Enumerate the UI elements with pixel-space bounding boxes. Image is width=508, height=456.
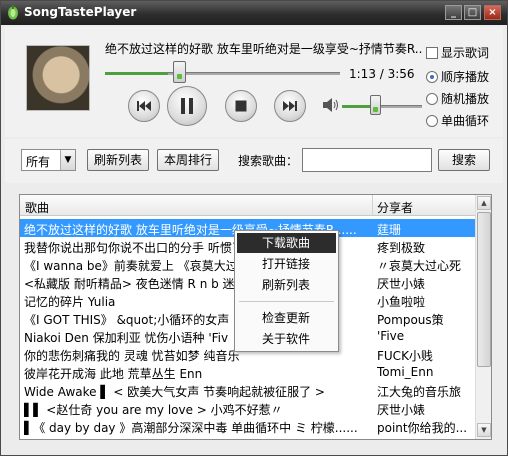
previous-button[interactable] bbox=[128, 90, 160, 122]
menu-separator bbox=[239, 301, 334, 302]
radio-selected-icon bbox=[426, 71, 438, 83]
mode-sequential-radio[interactable]: 顺序播放 bbox=[426, 68, 489, 85]
search-button[interactable]: 搜索 bbox=[438, 149, 490, 171]
window-title: SongTastePlayer bbox=[24, 5, 137, 19]
current-song-title: 绝不放过这样的好歌 放车里听绝对是一级享受~抒情节奏R... bbox=[105, 42, 423, 56]
column-header-song[interactable]: 歌曲 bbox=[25, 199, 49, 216]
stop-button[interactable] bbox=[225, 90, 257, 122]
chevron-down-icon[interactable]: ▼ bbox=[60, 150, 75, 170]
scroll-up-icon[interactable]: ▲ bbox=[477, 196, 491, 210]
mode-random-radio[interactable]: 随机播放 bbox=[426, 90, 489, 107]
refresh-list-button[interactable]: 刷新列表 bbox=[87, 149, 149, 171]
previous-icon bbox=[137, 101, 151, 111]
context-menu: 下载歌曲 打开链接 刷新列表 检查更新 关于软件 bbox=[234, 230, 339, 352]
stop-icon bbox=[235, 100, 247, 112]
maximize-button[interactable]: □ bbox=[464, 5, 481, 20]
toolbar: 所有 ▼ 刷新列表 本周排行 搜索歌曲： 搜索 bbox=[5, 139, 503, 183]
show-lyrics-checkbox[interactable]: 显示歌词 bbox=[426, 44, 489, 61]
table-row[interactable]: ▌▌ <赵仕奇 you are my love > 小鸡不好惹〃 厌世小婊 bbox=[20, 399, 476, 417]
menu-item-about[interactable]: 关于软件 bbox=[237, 329, 336, 349]
app-logo-icon bbox=[8, 5, 18, 20]
table-row[interactable]: ▌《 day by day 》高潮部分深深中毒 单曲循环中 ミ 柠檬......… bbox=[20, 417, 476, 435]
menu-item-download-song[interactable]: 下载歌曲 bbox=[237, 233, 336, 253]
player-panel: 绝不放过这样的好歌 放车里听绝对是一级享受~抒情节奏R... 1:13 / 3:… bbox=[5, 27, 503, 137]
scroll-thumb[interactable] bbox=[477, 212, 491, 367]
menu-item-check-update[interactable]: 检查更新 bbox=[237, 308, 336, 328]
menu-item-refresh-list[interactable]: 刷新列表 bbox=[237, 275, 336, 295]
menu-item-open-link[interactable]: 打开链接 bbox=[237, 254, 336, 274]
table-row[interactable]: Wide Awake ▌ < 欧美大气女声 节奏响起就被征服了 > 江大兔的音乐旅 bbox=[20, 381, 476, 399]
next-button[interactable] bbox=[274, 90, 306, 122]
minimize-button[interactable]: _ bbox=[445, 5, 462, 20]
checkbox-box bbox=[426, 47, 438, 59]
volume-icon[interactable] bbox=[323, 97, 341, 113]
filter-select[interactable]: 所有 ▼ bbox=[21, 149, 76, 171]
weekly-rank-button[interactable]: 本周排行 bbox=[157, 149, 219, 171]
progress-fill bbox=[105, 72, 168, 75]
table-row[interactable]: 彼岸花开成海 此地 荒草丛生 Enn Tomi_Enn bbox=[20, 363, 476, 381]
radio-icon bbox=[426, 93, 438, 105]
search-input[interactable] bbox=[302, 148, 432, 172]
column-header-sharer[interactable]: 分享者 bbox=[377, 199, 413, 216]
column-divider[interactable] bbox=[372, 195, 373, 216]
mode-single-loop-radio[interactable]: 单曲循环 bbox=[426, 112, 489, 129]
vertical-scrollbar[interactable]: ▲ ▼ bbox=[475, 195, 491, 439]
volume-thumb[interactable] bbox=[370, 95, 381, 115]
list-header: 歌曲 分享者 bbox=[20, 195, 476, 216]
pause-button[interactable] bbox=[167, 86, 207, 126]
title-bar[interactable]: SongTastePlayer _ □ × bbox=[1, 1, 507, 25]
close-button[interactable]: × bbox=[484, 5, 501, 20]
progress-thumb[interactable] bbox=[173, 61, 186, 83]
scroll-down-icon[interactable]: ▼ bbox=[477, 423, 491, 437]
radio-icon bbox=[426, 115, 438, 127]
app-window: SongTastePlayer _ □ × 绝不放过这样的好歌 放车里听绝对是一… bbox=[0, 0, 508, 456]
album-art bbox=[26, 45, 90, 111]
next-icon bbox=[283, 101, 297, 111]
pause-icon bbox=[181, 98, 193, 114]
search-label: 搜索歌曲： bbox=[238, 154, 299, 168]
time-readout: 1:13 / 3:56 bbox=[349, 67, 415, 81]
